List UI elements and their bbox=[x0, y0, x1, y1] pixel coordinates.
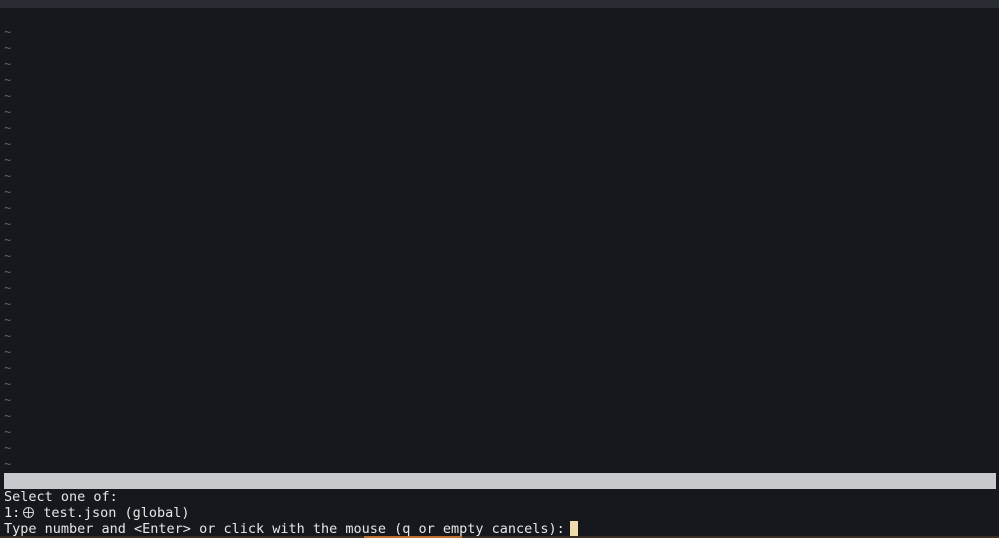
option-number: 1: bbox=[4, 505, 21, 521]
empty-line-marker: ~ bbox=[4, 121, 12, 135]
empty-line-marker: ~ bbox=[4, 233, 12, 247]
prompt-instruction: Type number and <Enter> or click with th… bbox=[4, 521, 565, 537]
prompt-input-line[interactable]: Type number and <Enter> or click with th… bbox=[4, 521, 996, 537]
terminal-window: ~ ~ ~ ~ ~ ~ ~ ~ ~ ~ ~ ~ ~ ~ ~ ~ ~ ~ ~ ~ ~ ~ ~ ~ ~ ~ ~ ~ Select one … bbox=[0, 0, 999, 538]
empty-line-marker: ~ bbox=[4, 185, 12, 199]
empty-line-marker: ~ bbox=[4, 329, 12, 343]
empty-line-marker: ~ bbox=[4, 89, 12, 103]
empty-line-marker: ~ bbox=[4, 457, 12, 471]
empty-line-marker: ~ bbox=[4, 201, 12, 215]
empty-line-marker: ~ bbox=[4, 393, 12, 407]
empty-line-marker: ~ bbox=[4, 137, 12, 151]
text-cursor bbox=[569, 521, 578, 536]
empty-line-marker: ~ bbox=[4, 409, 12, 423]
globe-icon bbox=[23, 507, 35, 518]
window-top-bar bbox=[0, 0, 999, 8]
empty-line-marker: ~ bbox=[4, 25, 12, 39]
empty-line-marker: ~ bbox=[4, 153, 12, 167]
empty-line-marker: ~ bbox=[4, 73, 12, 87]
selection-prompt: Select one of: 1: test.json (global) Type… bbox=[4, 489, 996, 537]
empty-line-marker: ~ bbox=[4, 105, 12, 119]
empty-line-marker: ~ bbox=[4, 361, 12, 375]
empty-line-marker: ~ bbox=[4, 297, 12, 311]
empty-line-marker: ~ bbox=[4, 313, 12, 327]
empty-line-marker: ~ bbox=[4, 169, 12, 183]
empty-line-marker: ~ bbox=[4, 41, 12, 55]
empty-line-marker: ~ bbox=[4, 281, 12, 295]
empty-line-marker: ~ bbox=[4, 217, 12, 231]
option-label: test.json (global) bbox=[43, 505, 190, 521]
empty-line-marker: ~ bbox=[4, 425, 12, 439]
empty-line-marker: ~ bbox=[4, 57, 12, 71]
editor-buffer[interactable]: ~ ~ ~ ~ ~ ~ ~ ~ ~ ~ ~ ~ ~ ~ ~ ~ ~ ~ ~ ~ ~ ~ ~ ~ ~ ~ ~ ~ bbox=[0, 8, 999, 473]
option-item-1[interactable]: 1: test.json (global) bbox=[4, 505, 996, 521]
empty-line-marker: ~ bbox=[4, 345, 12, 359]
status-line bbox=[4, 473, 996, 489]
empty-line-marker: ~ bbox=[4, 441, 12, 455]
empty-line-marker: ~ bbox=[4, 377, 12, 391]
prompt-header: Select one of: bbox=[4, 489, 118, 505]
empty-line-marker: ~ bbox=[4, 265, 12, 279]
empty-line-marker: ~ bbox=[4, 249, 12, 263]
